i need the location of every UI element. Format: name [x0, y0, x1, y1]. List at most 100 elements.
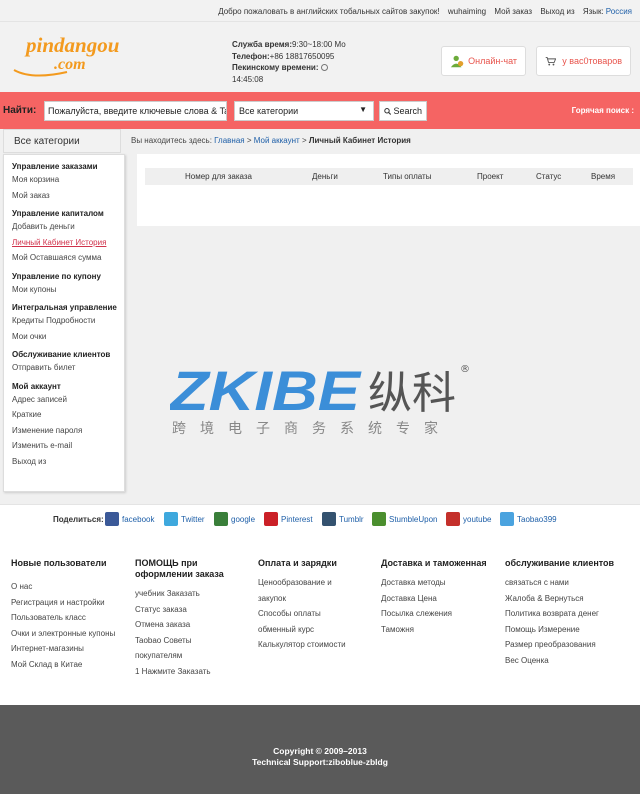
footer-link[interactable]: О нас [11, 579, 126, 595]
sidebar-item-add-money[interactable]: Добавить деньги [12, 221, 124, 237]
breadcrumb-account[interactable]: Мой аккаунт [254, 136, 300, 145]
footer-column-title: Доставка и таможенная [381, 558, 487, 568]
logo-text-bottom: .com [54, 56, 86, 73]
footer-link[interactable]: обменный курс [258, 622, 373, 638]
sidebar-group: Мой аккаунт Адрес записей Краткие Измене… [12, 382, 124, 472]
footer-link[interactable]: Доставка Цена [381, 591, 491, 607]
my-orders-link[interactable]: Мой заказ [494, 7, 532, 16]
hot-search-label: Горячая поиск : [571, 106, 634, 115]
share-facebook[interactable]: facebook [105, 512, 154, 526]
category-select[interactable]: Все категории ▼ [234, 101, 374, 121]
footer-link[interactable]: Интернет-магазины [11, 641, 126, 657]
chat-person-icon [450, 55, 464, 68]
watermark-registered: ® [460, 364, 470, 375]
stumbleupon-icon [372, 512, 386, 526]
share-twitter-label: Twitter [181, 514, 205, 524]
cart-button[interactable]: у вас0товаров [536, 46, 631, 76]
language-link[interactable]: Россия [606, 7, 632, 16]
sidebar-item-orders[interactable]: Мой заказ [12, 190, 124, 206]
top-bar: Добро пожаловать в английских тобальных … [0, 0, 640, 22]
sidebar-item-cart[interactable]: Моя корзина [12, 174, 124, 190]
sidebar-item-coupons[interactable]: Мои купоны [12, 284, 124, 300]
footer-link[interactable]: Ценообразование и [258, 575, 373, 591]
share-tumblr[interactable]: Tumblr [322, 512, 364, 526]
logo-text-top: pindangou [24, 33, 119, 57]
sidebar-item-history[interactable]: Личный Кабинет История [12, 237, 124, 253]
footer-column-title: обслуживание клиентов [505, 558, 615, 568]
username-link[interactable]: wuhaiming [448, 7, 486, 16]
history-panel: Номер для заказа Деньги Типы оплаты Прое… [137, 154, 640, 226]
footer-link[interactable]: Доставка методы [381, 575, 491, 591]
column-header-order-number: Номер для заказа [185, 172, 253, 181]
footer-link[interactable]: Посылка слежения [381, 606, 491, 622]
share-pinterest[interactable]: Pinterest [264, 512, 313, 526]
footer-column: ПОМОЩЬ при оформлении заказа учебник Зак… [135, 558, 245, 679]
footer-link[interactable]: связаться с нами [505, 575, 625, 591]
footer-links: Новые пользователи О нас Регистрация и н… [0, 534, 640, 705]
sidebar-item-email[interactable]: Изменить e-mail [12, 440, 124, 456]
sidebar-item-balance[interactable]: Мой Оставшаяся сумма [12, 252, 124, 268]
footer-link[interactable]: закупок [258, 591, 373, 607]
technical-support-line: Technical Support:ziboblue-zbldg [252, 757, 388, 767]
share-label: Поделиться: [53, 515, 104, 524]
search-button[interactable]: Search [379, 101, 427, 121]
sidebar-group: Интегральная управление Кредиты Подробно… [12, 303, 124, 346]
share-google-label: google [231, 514, 256, 524]
site-logo[interactable]: pindangou .com [12, 32, 137, 80]
breadcrumb-sep: > [246, 136, 252, 145]
sidebar-item-ticket[interactable]: Отправить билет [12, 362, 124, 378]
logout-link[interactable]: Выход из [540, 7, 574, 16]
breadcrumb: Вы находитесь здесь: Главная > Мой аккау… [131, 136, 411, 145]
breadcrumb-sep: > [301, 136, 307, 145]
search-label: Найти: [3, 105, 37, 116]
sidebar-item-logout[interactable]: Выход из [12, 456, 124, 472]
footer-link[interactable]: Вес Оценка [505, 653, 625, 669]
footer-link[interactable]: Жалоба & Вернуться [505, 591, 625, 607]
share-pinterest-label: Pinterest [281, 514, 313, 524]
footer-column: Оплата и зарядки Ценообразование и закуп… [258, 558, 373, 653]
footer-link[interactable]: Калькулятор стоимости [258, 637, 373, 653]
sidebar-item-addresses[interactable]: Адрес записей [12, 394, 124, 410]
footer-link[interactable]: Таможня [381, 622, 491, 638]
site-header: pindangou .com Служба время:9:30~18:00 М… [0, 22, 640, 92]
share-youtube[interactable]: youtube [446, 512, 491, 526]
footer-link[interactable]: Политика возврата денег [505, 606, 625, 622]
share-taobao-label: Taobao399 [517, 514, 557, 524]
footer-link[interactable]: 1 Нажмите Заказать [135, 664, 245, 680]
footer-link[interactable]: Пользователь класс [11, 610, 126, 626]
category-select-value: Все категории [239, 106, 299, 116]
footer-link[interactable]: Помощь Измерение [505, 622, 625, 638]
sidebar-group: Управление заказами Моя корзина Мой зака… [12, 162, 124, 205]
footer-link[interactable]: Размер преобразования [505, 637, 625, 653]
watermark-tagline: 跨境电子商务系统专家 [172, 420, 452, 437]
sidebar-item-password[interactable]: Изменение пароля [12, 425, 124, 441]
footer-link[interactable]: Мой Склад в Китае [11, 657, 126, 673]
footer-link[interactable]: покупателям [135, 648, 245, 664]
all-categories-header[interactable]: Все категории [3, 129, 121, 153]
service-hours: 9:30~18:00 Мо [291, 40, 346, 49]
share-taobao[interactable]: Taobao399 [500, 512, 557, 526]
column-header-payment-type: Типы оплаты [383, 172, 432, 181]
sidebar-item-credits[interactable]: Кредиты Подробности [12, 315, 124, 331]
footer-link[interactable]: учебник Заказать [135, 586, 245, 602]
sidebar-item-profile[interactable]: Краткие [12, 409, 124, 425]
footer-link[interactable]: Регистрация и настройки [11, 595, 126, 611]
account-sidebar: Управление заказами Моя корзина Мой зака… [3, 154, 125, 492]
cart-label: у вас0товаров [562, 56, 622, 66]
breadcrumb-home[interactable]: Главная [214, 136, 244, 145]
google-icon [214, 512, 228, 526]
footer-link[interactable]: Отмена заказа [135, 617, 245, 633]
share-google[interactable]: google [214, 512, 255, 526]
search-input[interactable]: Пожалуйста, введите ключевые слова & Tao… [44, 101, 227, 121]
footer-link[interactable]: Очки и электронные купоны [11, 626, 126, 642]
footer-link[interactable]: Способы оплаты [258, 606, 373, 622]
online-chat-button[interactable]: Онлайн-чат [441, 46, 526, 76]
share-youtube-label: youtube [463, 514, 492, 524]
footer-link[interactable]: Taobao Советы [135, 633, 245, 649]
sidebar-group-title: Интегральная управление [12, 303, 117, 312]
sidebar-item-points[interactable]: Мои очки [12, 331, 124, 347]
footer-link[interactable]: Статус заказа [135, 602, 245, 618]
share-stumbleupon[interactable]: StumbleUpon [372, 512, 437, 526]
column-header-status: Статус [536, 172, 562, 181]
share-twitter[interactable]: Twitter [164, 512, 205, 526]
